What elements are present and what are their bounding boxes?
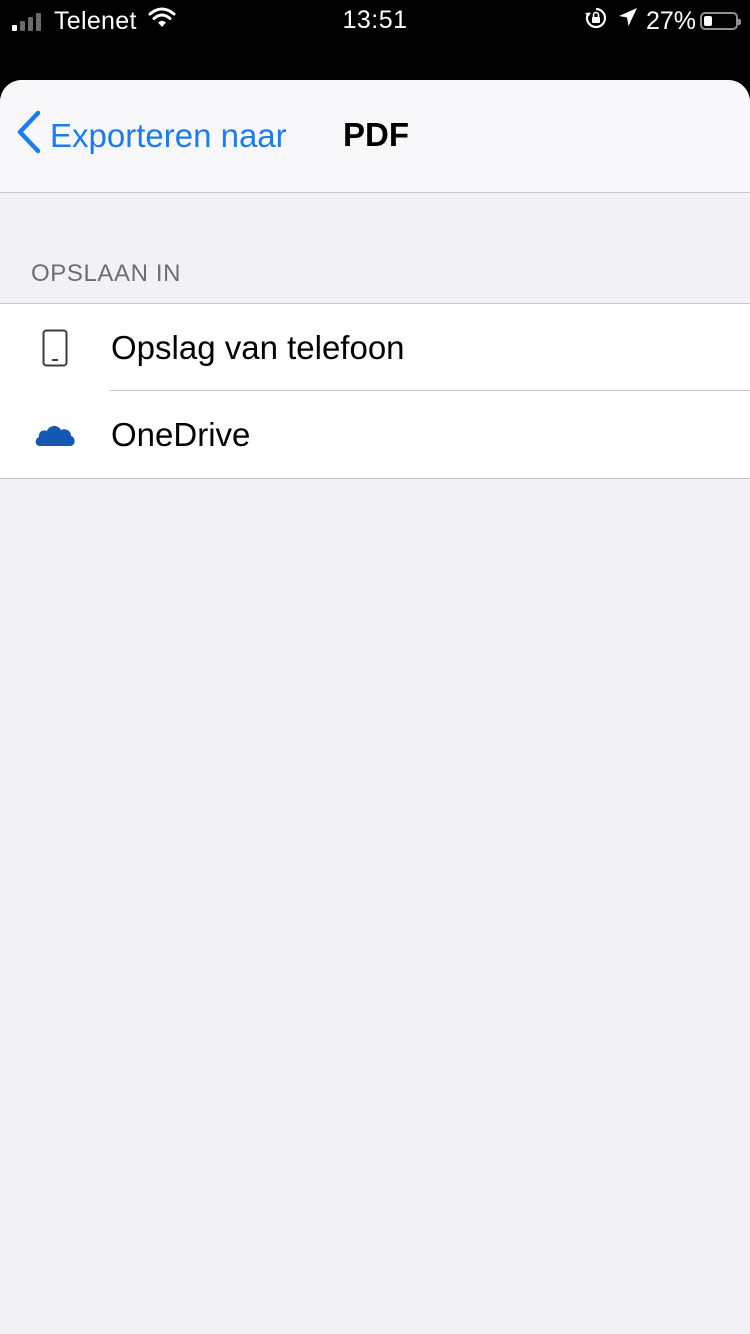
list-item-label: OneDrive [111,416,251,453]
battery-percent: 27% [645,6,696,35]
list-item-phone-storage[interactable]: Opslag van telefoon [0,304,750,391]
status-bar: Telenet 13:51 27% [0,0,750,42]
back-label: Exporteren naar [50,117,287,154]
phone-icon [30,304,80,391]
battery-fill [704,16,712,26]
section-header: OPSLAAN IN [31,260,182,287]
navigation-bar: Exporteren naar PDF [0,80,750,193]
save-location-list: Opslag van telefoon OneDrive [0,303,750,479]
list-item-onedrive[interactable]: OneDrive [0,390,750,478]
status-right: 27% [584,6,741,37]
onedrive-cloud-icon [30,391,80,478]
battery-cap [738,19,741,25]
screen: Telenet 13:51 27% Exporteren naar PDF OP… [0,0,750,1334]
page-title: PDF [343,116,409,153]
chevron-left-icon [16,110,50,162]
location-arrow-icon [618,7,638,36]
back-button[interactable]: Exporteren naar [16,110,287,162]
list-item-label: Opslag van telefoon [111,329,405,366]
battery-icon [700,12,741,30]
rotation-lock-icon [584,6,608,37]
modal-sheet: Exporteren naar PDF OPSLAAN IN Opslag va… [0,80,750,1334]
